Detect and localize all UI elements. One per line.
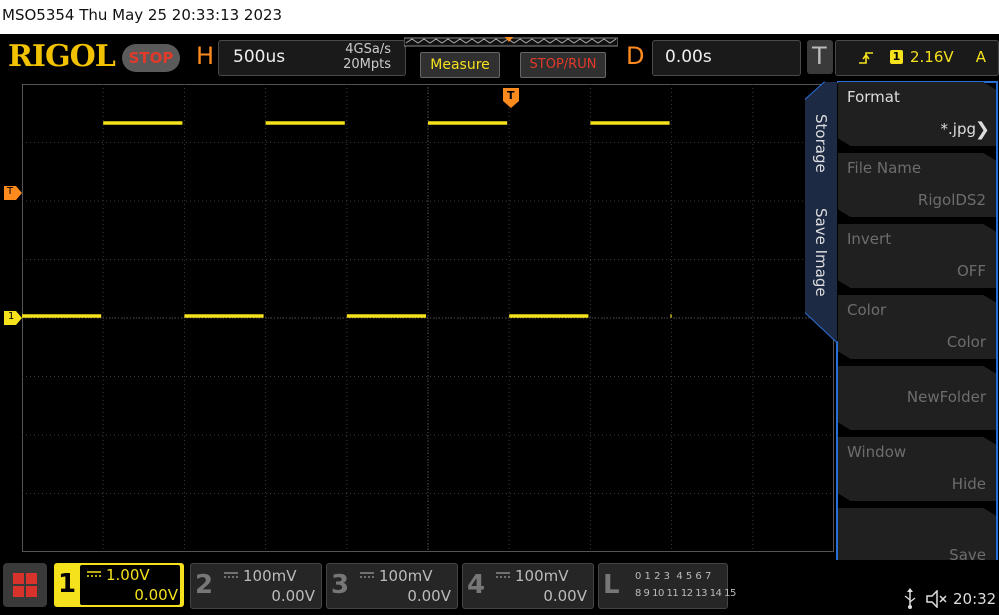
rigol-logo: RIGOL xyxy=(8,39,116,74)
channel-3-box[interactable]: 3 100mV 0.00V xyxy=(326,563,458,609)
title-text: MSO5354 Thu May 25 20:33:13 2023 xyxy=(2,6,283,24)
speaker-muted-icon[interactable] xyxy=(926,590,948,608)
horizontal-letter: H xyxy=(196,42,215,70)
menu-file-name-value: RigolDS2 xyxy=(917,191,986,209)
menu-file-name[interactable]: File Name RigolDS2 xyxy=(838,153,996,217)
trigger-level-marker-label: T xyxy=(7,186,14,197)
menu-window-value: Hide xyxy=(951,475,986,493)
menu-format-value: *.jpg xyxy=(940,120,976,138)
sample-rate: 4GSa/s xyxy=(345,42,391,57)
measure-label: Measure xyxy=(430,57,490,73)
channel-3-number: 3 xyxy=(331,570,350,600)
menu-new-folder[interactable]: NewFolder xyxy=(838,366,996,430)
channel-1-waveform xyxy=(22,121,672,318)
menu-file-name-label: File Name xyxy=(847,159,922,177)
menu-window[interactable]: Window Hide xyxy=(838,437,996,501)
tab-storage[interactable]: Storage xyxy=(812,114,830,173)
run-state-label: STOP xyxy=(128,49,174,67)
run-stop-indicator[interactable]: STOP xyxy=(122,44,180,72)
channel-1-offset: 0.00V xyxy=(134,586,178,604)
channel-4-box[interactable]: 4 100mV 0.00V xyxy=(462,563,594,609)
menu-new-folder-value: NewFolder xyxy=(906,388,986,406)
menu-color-label: Color xyxy=(847,301,887,319)
tab-save-image[interactable]: Save Image xyxy=(812,208,830,297)
trigger-position-label: T xyxy=(507,89,515,102)
trigger-channel-badge: 1 xyxy=(890,50,903,64)
channel-2-number: 2 xyxy=(195,570,214,600)
channel-2-offset: 0.00V xyxy=(271,587,315,605)
menu-format[interactable]: Format *.jpg ❯ xyxy=(838,82,996,146)
dc-coupling-icon xyxy=(496,572,510,578)
trigger-mode: A xyxy=(975,48,986,66)
rising-edge-icon xyxy=(859,52,873,64)
dc-coupling-icon xyxy=(360,572,374,578)
channel-2-scale: 100mV xyxy=(243,567,297,585)
ch1-ground-marker-label: 1 xyxy=(8,311,15,322)
trigger-letter: T xyxy=(812,42,827,70)
dc-coupling-icon xyxy=(87,571,101,577)
channel-4-offset: 0.00V xyxy=(543,587,587,605)
channel-1-number: 1 xyxy=(58,569,77,599)
menu-invert[interactable]: Invert OFF xyxy=(838,224,996,288)
stop-run-label: STOP/RUN xyxy=(529,57,597,72)
channel-4-number: 4 xyxy=(467,570,486,600)
channel-3-offset: 0.00V xyxy=(407,587,451,605)
channel-1-box[interactable]: 1 1.00V 0.00V xyxy=(54,563,184,607)
status-time: 20:32 xyxy=(953,590,997,608)
menu-invert-label: Invert xyxy=(847,230,892,248)
channel-2-box[interactable]: 2 100mV 0.00V xyxy=(190,563,322,609)
graticule xyxy=(22,84,834,552)
logic-channels-box[interactable]: L 0 1 2 3 4 5 6 7 8 9 10 11 12 13 14 15 xyxy=(598,563,736,609)
usb-icon xyxy=(904,588,916,609)
horizontal-timebase-box[interactable]: 500us 4GSa/s 20Mpts xyxy=(218,40,406,76)
delay-value: 0.00s xyxy=(665,47,712,67)
menu-color[interactable]: Color Color xyxy=(838,295,996,359)
menu-format-label: Format xyxy=(847,88,900,106)
logic-row-1: 0 1 2 3 4 5 6 7 xyxy=(635,571,712,582)
delay-box[interactable]: 0.00s xyxy=(652,40,801,76)
measure-button[interactable]: Measure xyxy=(420,52,500,78)
chevron-right-icon: ❯ xyxy=(974,119,990,140)
channel-4-scale: 100mV xyxy=(515,567,569,585)
delay-letter: D xyxy=(626,42,645,70)
menu-window-label: Window xyxy=(847,443,907,461)
trigger-box[interactable]: 1 2.16V A xyxy=(835,40,999,76)
trigger-tab[interactable]: T xyxy=(807,40,833,74)
memory-depth: 20Mpts xyxy=(343,57,391,72)
menu-invert-value: OFF xyxy=(956,262,986,280)
timebase-value: 500us xyxy=(233,47,286,67)
dc-coupling-icon xyxy=(224,572,238,578)
memory-position-bar xyxy=(404,37,618,47)
channel-1-scale: 1.00V xyxy=(106,566,150,584)
trigger-level: 2.16V xyxy=(910,48,954,66)
channel-3-scale: 100mV xyxy=(379,567,433,585)
title-bar: MSO5354 Thu May 25 20:33:13 2023 xyxy=(0,0,999,34)
menu-color-value: Color xyxy=(946,333,986,351)
logic-letter: L xyxy=(603,570,620,600)
logic-row-2: 8 9 10 11 12 13 14 15 xyxy=(635,588,736,599)
app-grid-icon xyxy=(13,573,37,597)
stop-run-button[interactable]: STOP/RUN xyxy=(520,52,606,78)
home-button[interactable] xyxy=(3,563,47,607)
waveform-display[interactable] xyxy=(22,84,834,552)
